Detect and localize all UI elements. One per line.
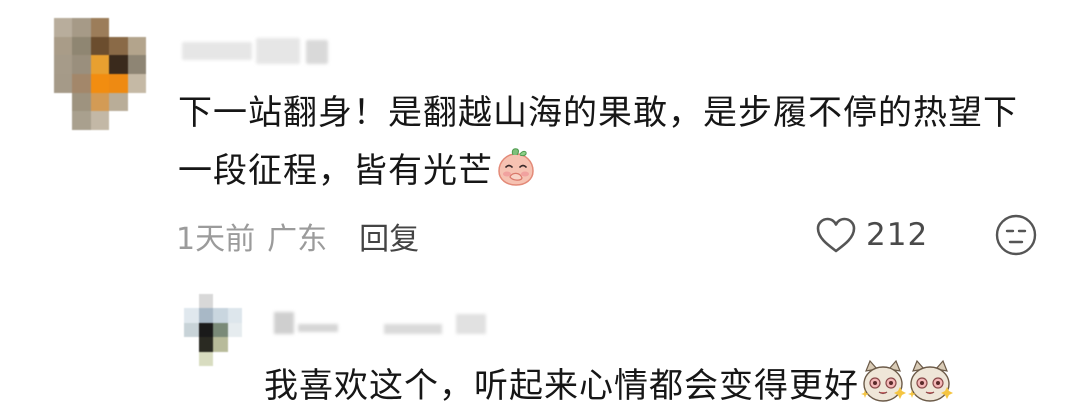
username-blur [274, 312, 294, 334]
reply-text: 我喜欢这个，听起来心情都会变得更好 [264, 366, 859, 406]
reply-username[interactable] [268, 306, 498, 336]
reply-avatar[interactable] [184, 294, 242, 366]
like-button[interactable]: 212 [814, 212, 928, 258]
username-blur [298, 324, 338, 332]
comment-text: 下一站翻身！是翻越山海的果敢，是步履不停的热望下一段征程，皆有光芒 [178, 93, 1018, 191]
username-blur [456, 314, 486, 334]
like-count: 212 [866, 217, 929, 253]
username-blur [306, 40, 328, 64]
avatar[interactable] [54, 18, 146, 130]
cat-sparkle-emoji [861, 359, 906, 402]
comment-location: 广东 [267, 222, 328, 257]
comment-meta: 1天前 广东 回复 [176, 214, 419, 258]
heart-outline-icon [816, 217, 856, 253]
speechless-face-icon[interactable] [994, 213, 1038, 257]
comment-time: 1天前 [176, 222, 256, 257]
cat-sparkle-emoji [908, 359, 953, 402]
username-blur [182, 42, 252, 60]
peach-shy-emoji [498, 148, 534, 186]
username-blur [384, 324, 442, 334]
comment-body: 下一站翻身！是翻越山海的果敢，是步履不停的热望下一段征程，皆有光芒 [178, 84, 1038, 200]
reply-button[interactable]: 回复 [359, 214, 419, 258]
username-blur [256, 38, 300, 64]
reply-body: 我喜欢这个，听起来心情都会变得更好 [264, 358, 1054, 414]
username[interactable] [176, 36, 336, 66]
